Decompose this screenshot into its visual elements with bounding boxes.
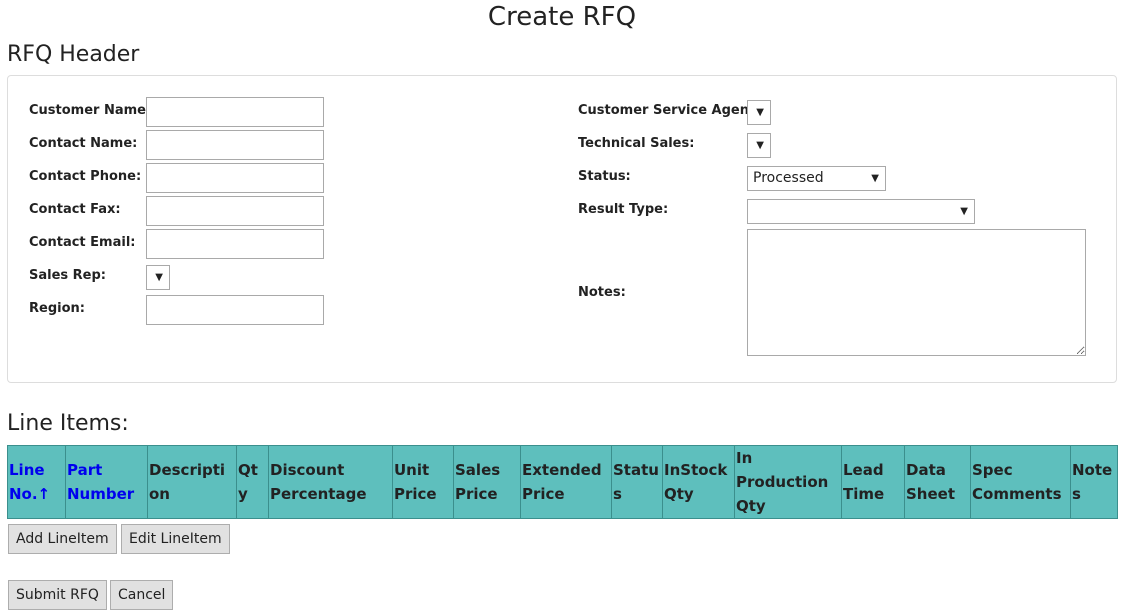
customer-name-input[interactable] <box>146 97 324 127</box>
contact-phone-input[interactable] <box>146 163 324 193</box>
table-header-row: Line No.↑ Part Number Description Qty Di… <box>7 445 1118 519</box>
region-label: Region: <box>29 301 85 316</box>
status-value: Processed <box>753 170 824 186</box>
sales-rep-select[interactable]: ▼ <box>146 265 170 290</box>
chevron-down-icon: ▼ <box>756 107 764 118</box>
column-header-discount-percentage: Discount Percentage <box>268 445 393 519</box>
customer-service-agent-select[interactable]: ▼ <box>747 100 771 125</box>
rfq-header-title: RFQ Header <box>7 42 140 67</box>
result-type-select[interactable]: ▼ <box>747 199 975 224</box>
region-input[interactable] <box>146 295 324 325</box>
cancel-button[interactable]: Cancel <box>110 580 174 610</box>
sales-rep-label: Sales Rep: <box>29 268 107 283</box>
notes-textarea[interactable] <box>747 229 1086 356</box>
column-header-lead-time: Lead Time <box>841 445 905 519</box>
column-header-data-sheet: Data Sheet <box>904 445 971 519</box>
column-header-description: Description <box>147 445 237 519</box>
contact-email-input[interactable] <box>146 229 324 259</box>
add-lineitem-button[interactable]: Add LineItem <box>8 524 117 554</box>
rfq-header-panel: Customer Name: Contact Name: Contact Pho… <box>7 75 1117 383</box>
customer-name-label: Customer Name: <box>29 103 152 118</box>
column-header-sales-price: Sales Price <box>453 445 521 519</box>
column-header-notes: Notes <box>1070 445 1118 519</box>
column-header-in-production-qty: In Production Qty <box>734 445 842 519</box>
edit-lineitem-button[interactable]: Edit LineItem <box>121 524 230 554</box>
column-header-extended-price: Extended Price <box>520 445 612 519</box>
submit-rfq-button[interactable]: Submit RFQ <box>8 580 107 610</box>
contact-fax-input[interactable] <box>146 196 324 226</box>
column-header-unit-price: Unit Price <box>392 445 454 519</box>
page-title: Create RFQ <box>487 2 637 32</box>
contact-fax-label: Contact Fax: <box>29 202 121 217</box>
result-type-label: Result Type: <box>578 202 669 217</box>
column-header-qty: Qty <box>236 445 269 519</box>
status-select[interactable]: Processed ▼ <box>747 166 886 191</box>
technical-sales-label: Technical Sales: <box>578 136 695 151</box>
line-items-table: Line No.↑ Part Number Description Qty Di… <box>7 445 1118 519</box>
contact-email-label: Contact Email: <box>29 235 136 250</box>
column-header-status: Status <box>611 445 663 519</box>
line-items-title: Line Items: <box>7 411 129 436</box>
technical-sales-select[interactable]: ▼ <box>747 133 771 158</box>
status-label: Status: <box>578 169 631 184</box>
customer-service-agent-label: Customer Service Agent: <box>578 103 761 118</box>
contact-name-input[interactable] <box>146 130 324 160</box>
chevron-down-icon: ▼ <box>960 206 968 217</box>
chevron-down-icon: ▼ <box>871 173 879 184</box>
chevron-down-icon: ▼ <box>155 272 163 283</box>
column-header-part-number[interactable]: Part Number <box>65 445 148 519</box>
contact-phone-label: Contact Phone: <box>29 169 142 184</box>
column-header-spec-comments: Spec Comments <box>970 445 1071 519</box>
chevron-down-icon: ▼ <box>756 140 764 151</box>
notes-label: Notes: <box>578 285 626 300</box>
column-header-instock-qty: InStock Qty <box>662 445 735 519</box>
contact-name-label: Contact Name: <box>29 136 138 151</box>
column-header-line-no[interactable]: Line No.↑ <box>7 445 66 519</box>
